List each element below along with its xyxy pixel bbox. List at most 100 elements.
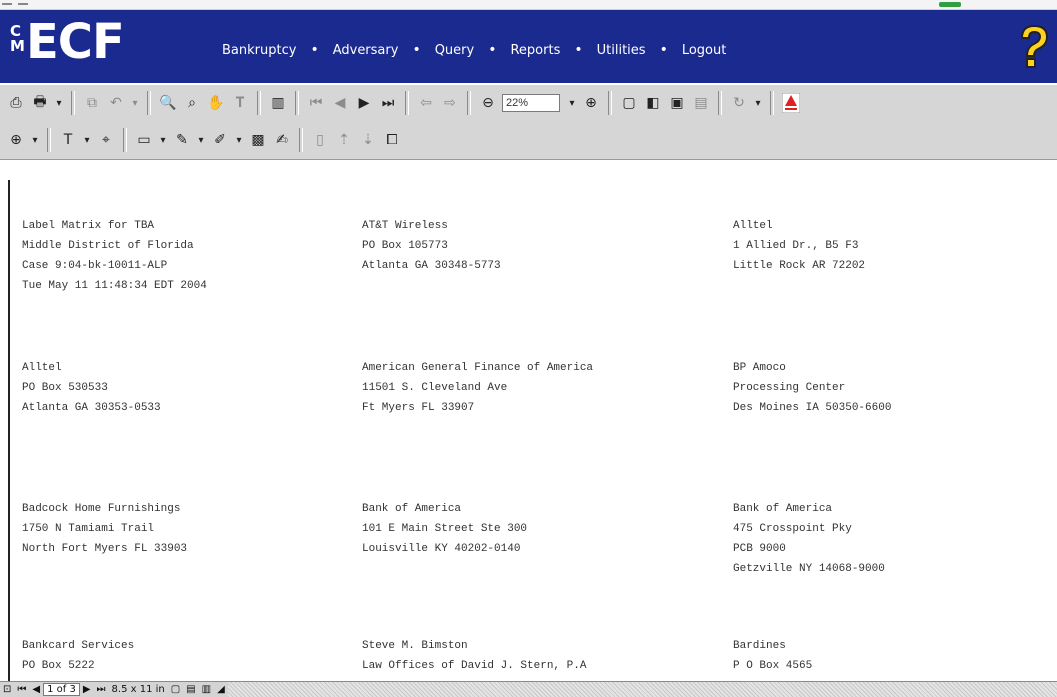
chevron-down-icon[interactable]: ▾ [129, 92, 141, 114]
zoom-in-icon[interactable]: ⊕ [580, 92, 602, 114]
find-next-icon[interactable]: ⌕ [181, 92, 203, 114]
back-icon[interactable]: ⇦ [415, 92, 437, 114]
page-down-icon[interactable]: ⇣ [357, 129, 379, 151]
address-line: PCB 9000 [733, 543, 786, 555]
logo-ecf: ECF [25, 14, 125, 70]
text-tool-icon[interactable]: T [57, 129, 79, 151]
first-page-icon[interactable]: ⏮ [305, 92, 327, 114]
toolbar-divider [295, 91, 299, 115]
snapshot-icon[interactable]: ⌖ [95, 129, 117, 151]
pencil-icon[interactable]: ✎ [171, 129, 193, 151]
toolbar-divider [257, 91, 261, 115]
reflow-icon[interactable]: ▤ [690, 92, 712, 114]
continuous-icon[interactable]: ▤ [186, 684, 195, 695]
address-line: Middle District of Florida [22, 240, 194, 252]
page-up-icon[interactable]: ⇡ [333, 129, 355, 151]
save-icon[interactable]: ⎙ [5, 92, 27, 114]
chevron-down-icon[interactable]: ▾ [53, 92, 65, 114]
address-line: Badcock Home Furnishings [22, 503, 181, 515]
hand-tool-icon[interactable]: ✋ [205, 92, 227, 114]
address-line: Law Offices of David J. Stern, P.A [362, 660, 587, 672]
chevron-down-icon[interactable]: ▾ [752, 92, 764, 114]
address-line: Bankcard Services [22, 640, 135, 652]
toolbar-divider [405, 91, 409, 115]
next-page-icon[interactable]: ▶ [353, 92, 375, 114]
zoom-out-icon[interactable]: ⊖ [477, 92, 499, 114]
last-page-icon[interactable]: ⏭ [97, 684, 106, 695]
stamp-icon[interactable]: ▩ [247, 129, 269, 151]
viewer-toolbar-top: ⎙ 🖶 ▾ ⧉ ↶ ▾ 🔍 ⌕ ✋ 𝐓 ▥ ⏮ ◀ ▶ ⏭ ⇦ ⇨ ⊖ 22% … [0, 85, 1057, 122]
address-line: PO Box 5222 [22, 660, 95, 672]
fit-page-icon[interactable]: ◧ [642, 92, 664, 114]
fit-width-icon[interactable]: ▣ [666, 92, 688, 114]
first-page-icon[interactable]: ⏮ [17, 684, 26, 695]
zoom-input[interactable]: 22% [502, 94, 560, 112]
address-line: Bank of America [362, 503, 462, 515]
menu-adversary[interactable]: Adversary [333, 43, 399, 58]
menu-separator: • [412, 42, 421, 58]
chevron-down-icon[interactable]: ▾ [81, 129, 93, 151]
bookmark-icon[interactable]: ⊡ [3, 684, 11, 695]
address-line: AT&T Wireless [362, 220, 448, 232]
address-line: 1750 N Tamiami Trail [22, 523, 155, 535]
toolbar-divider [467, 91, 471, 115]
print-icon[interactable]: 🖶 [29, 92, 51, 114]
address-label: Bardines P O Box 4565 [733, 636, 812, 676]
address-line: PO Box 530533 [22, 382, 108, 394]
toolbar-divider [299, 128, 303, 152]
address-label: Bank of America 475 Crosspoint Pky PCB 900… [733, 499, 885, 579]
note-icon[interactable]: ▭ [133, 129, 155, 151]
chevron-down-icon[interactable]: ▾ [233, 129, 245, 151]
single-page-icon[interactable]: ▢ [171, 684, 180, 695]
next-page-icon[interactable]: ▶ [83, 684, 91, 695]
page-number-field[interactable]: 1 of 3 [43, 683, 80, 696]
chevron-down-icon[interactable]: ▾ [195, 129, 207, 151]
address-line: 1 Allied Dr., B5 F3 [733, 240, 859, 252]
address-line: North Fort Myers FL 33903 [22, 543, 188, 555]
address-line: Atlanta GA 30353-0533 [22, 402, 161, 414]
viewer-toolbar-bottom: ⊕ ▾ T ▾ ⌖ ▭ ▾ ✎ ▾ ✐ ▾ ▩ ✍ ▯ ⇡ ⇣ ⧠ [0, 121, 1057, 160]
menu-separator: • [659, 42, 668, 58]
toolbar-divider [608, 91, 612, 115]
page-icon[interactable]: ▯ [309, 129, 331, 151]
previous-page-icon[interactable]: ◀ [329, 92, 351, 114]
cmecf-logo[interactable]: C M ECF [10, 14, 125, 70]
forward-icon[interactable]: ⇨ [439, 92, 461, 114]
select-text-icon[interactable]: 𝐓 [229, 92, 251, 114]
address-line: Louisville KY 40202-0140 [362, 543, 521, 555]
address-label: Alltel 1 Allied Dr., B5 F3 Little Rock AR … [733, 216, 865, 276]
chevron-down-icon[interactable]: ▾ [566, 92, 578, 114]
copy-icon[interactable]: ⧉ [81, 92, 103, 114]
find-icon[interactable]: 🔍 [157, 92, 179, 114]
highlighter-icon[interactable]: ✐ [209, 129, 231, 151]
last-page-icon[interactable]: ⏭ [377, 92, 399, 114]
menu-reports[interactable]: Reports [510, 43, 560, 58]
address-line: Bardines [733, 640, 786, 652]
rotate-icon[interactable]: ↻ [728, 92, 750, 114]
previous-page-icon[interactable]: ◀ [32, 684, 40, 695]
help-icon[interactable] [1016, 24, 1052, 70]
address-line: Alltel [22, 362, 62, 374]
sign-icon[interactable]: ✍ [271, 129, 293, 151]
split-handle-icon[interactable]: ◢ [217, 684, 225, 695]
page-copy-icon[interactable]: ⧠ [381, 129, 403, 151]
adobe-logo-icon[interactable] [780, 92, 802, 114]
address-line: Little Rock AR 72202 [733, 260, 866, 272]
chevron-down-icon[interactable]: ▾ [157, 129, 169, 151]
facing-icon[interactable]: ▥ [202, 684, 211, 695]
address-label: Alltel PO Box 530533 Atlanta GA 30353-0533 [22, 358, 161, 418]
address-line: Getzville NY 14068-9000 [733, 563, 885, 575]
status-filler [227, 682, 1057, 697]
menu-bankruptcy[interactable]: Bankruptcy [222, 43, 296, 58]
toolbar-divider [770, 91, 774, 115]
columns-icon[interactable]: ▥ [267, 92, 289, 114]
chevron-down-icon[interactable]: ▾ [29, 129, 41, 151]
zoom-tool-icon[interactable]: ⊕ [5, 129, 27, 151]
menu-utilities[interactable]: Utilities [597, 43, 646, 58]
undo-icon[interactable]: ↶ [105, 92, 127, 114]
actual-size-icon[interactable]: ▢ [618, 92, 640, 114]
logo-cm: C M [10, 22, 25, 55]
address-label: American General Finance of America 11501… [362, 358, 593, 418]
menu-logout[interactable]: Logout [682, 43, 727, 58]
menu-query[interactable]: Query [435, 43, 475, 58]
